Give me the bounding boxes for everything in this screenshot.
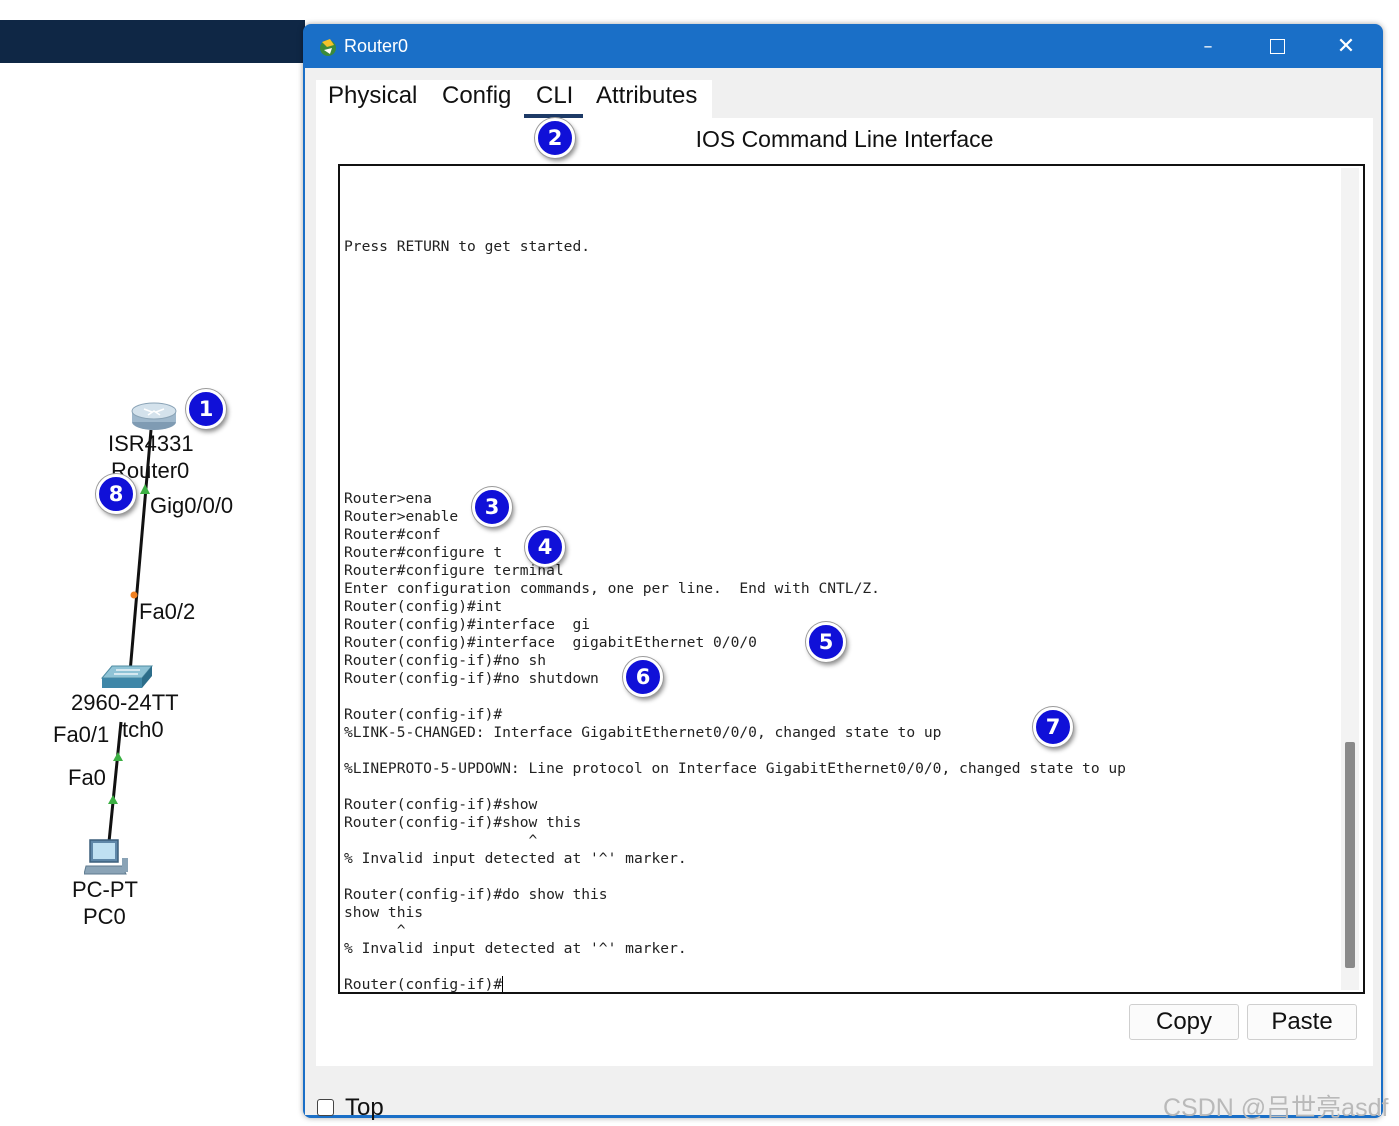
router-icon[interactable]: [130, 398, 178, 432]
tab-bar: Physical Config CLI Attributes: [316, 80, 712, 118]
terminal-line: % Invalid input detected at '^' marker.: [344, 940, 687, 957]
terminal-line: Router(config-if)#show: [344, 796, 538, 813]
switch-uplink-port-label: Fa0/2: [139, 599, 196, 624]
close-icon: ✕: [1336, 33, 1356, 59]
cli-heading: IOS Command Line Interface: [695, 126, 994, 152]
annotation-badge-1: 1: [186, 389, 226, 429]
tab-physical[interactable]: Physical: [328, 82, 417, 110]
minimize-icon: –: [1203, 35, 1213, 57]
cli-panel: IOS Command Line Interface Press RETURN …: [316, 118, 1373, 1066]
router-port-label: Gig0/0/0: [150, 493, 234, 518]
terminal-output: Press RETURN to get started. Router>ena Ro…: [344, 238, 1126, 993]
switch-name-label: tch0: [122, 717, 164, 742]
cli-terminal[interactable]: Press RETURN to get started. Router>ena Ro…: [338, 164, 1365, 994]
router-model-label: ISR4331: [108, 431, 194, 456]
window-title: Router0: [344, 36, 409, 56]
terminal-line: Router(config-if)#show this: [344, 814, 582, 831]
link-up-indicator: [108, 795, 118, 804]
switch-model-label: 2960-24TT: [71, 690, 179, 715]
annotation-badge-2: 2: [535, 118, 575, 158]
terminal-scrollbar[interactable]: [1341, 168, 1359, 990]
annotation-badge-8: 8: [96, 474, 136, 514]
terminal-line: Router(config)#interface gigabitEthernet…: [344, 634, 757, 651]
terminal-line: Router(config-if)#: [344, 706, 503, 723]
terminal-line: Router(config)#int: [344, 598, 503, 615]
annotation-badge-5: 5: [806, 622, 846, 662]
annotation-badge-3: 3: [472, 487, 512, 527]
terminal-line: Router>enable: [344, 508, 459, 525]
tab-attributes[interactable]: Attributes: [596, 82, 697, 110]
packet-tracer-icon: [320, 39, 336, 56]
terminal-line: ^: [344, 922, 406, 939]
switch-pc-cable: [107, 721, 123, 843]
cable-links: [107, 429, 153, 843]
scrollbar-thumb[interactable]: [1345, 742, 1355, 968]
terminal-line: Enter configuration commands, one per li…: [344, 580, 880, 597]
terminal-line: % Invalid input detected at '^' marker.: [344, 850, 687, 867]
terminal-line: Router(config-if)#no shutdown: [344, 670, 599, 687]
copy-button[interactable]: Copy: [1129, 1004, 1239, 1040]
tab-cli[interactable]: CLI: [536, 82, 573, 110]
terminal-line: Router#configure terminal: [344, 562, 564, 579]
maximize-icon: [1269, 38, 1285, 54]
terminal-line: Router#conf: [344, 526, 441, 543]
pc-port-label: Fa0: [68, 765, 106, 790]
switch-downlink-port-label: Fa0/1: [53, 722, 110, 747]
paste-button[interactable]: Paste: [1247, 1004, 1357, 1040]
terminal-line: show this: [344, 904, 424, 921]
terminal-line: Router(config-if)#do show this: [344, 886, 608, 903]
annotation-badge-7: 7: [1033, 707, 1073, 747]
terminal-line: Router(config-if)#: [344, 976, 1126, 993]
terminal-line: ^: [344, 832, 538, 849]
link-up-indicator: [113, 752, 123, 761]
switch-icon[interactable]: [100, 664, 154, 692]
link-up-indicator: [140, 484, 150, 494]
terminal-line: Router#configure t: [344, 544, 503, 561]
terminal-line: Router(config)#interface gi: [344, 616, 591, 633]
pc-model-label: PC-PT: [72, 877, 138, 902]
top-checkbox[interactable]: [317, 1099, 334, 1116]
terminal-line: Router(config-if)#no sh: [344, 652, 547, 669]
tab-config[interactable]: Config: [442, 82, 511, 110]
close-button[interactable]: ✕: [1311, 24, 1381, 68]
minimize-button[interactable]: –: [1173, 24, 1243, 68]
terminal-line: Router>ena: [344, 490, 432, 507]
pc-name-label: PC0: [83, 904, 126, 929]
terminal-line: %LINK-5-CHANGED: Interface GigabitEthern…: [344, 724, 942, 741]
terminal-prompt: Router(config-if)#: [344, 976, 503, 993]
terminal-line: %LINEPROTO-5-UPDOWN: Line protocol on In…: [344, 760, 1126, 777]
maximize-button[interactable]: [1242, 24, 1312, 68]
window-titlebar[interactable]: Router0 – ✕: [303, 24, 1383, 68]
link-amber-indicator: [130, 591, 138, 599]
window-client-area: Physical Config CLI Attributes IOS Comma…: [305, 68, 1381, 1121]
annotation-badge-6: 6: [623, 657, 663, 697]
text-cursor: [502, 976, 504, 992]
pc-icon[interactable]: [84, 838, 130, 878]
top-checkbox-label: Top: [345, 1094, 384, 1121]
terminal-line: Press RETURN to get started.: [344, 238, 591, 255]
router0-window[interactable]: Router0 – ✕ Physical Config CLI Attribut…: [303, 24, 1383, 1121]
annotation-badge-4: 4: [525, 527, 565, 567]
watermark-text: CSDN @吕世亮asdf: [1163, 1094, 1389, 1122]
